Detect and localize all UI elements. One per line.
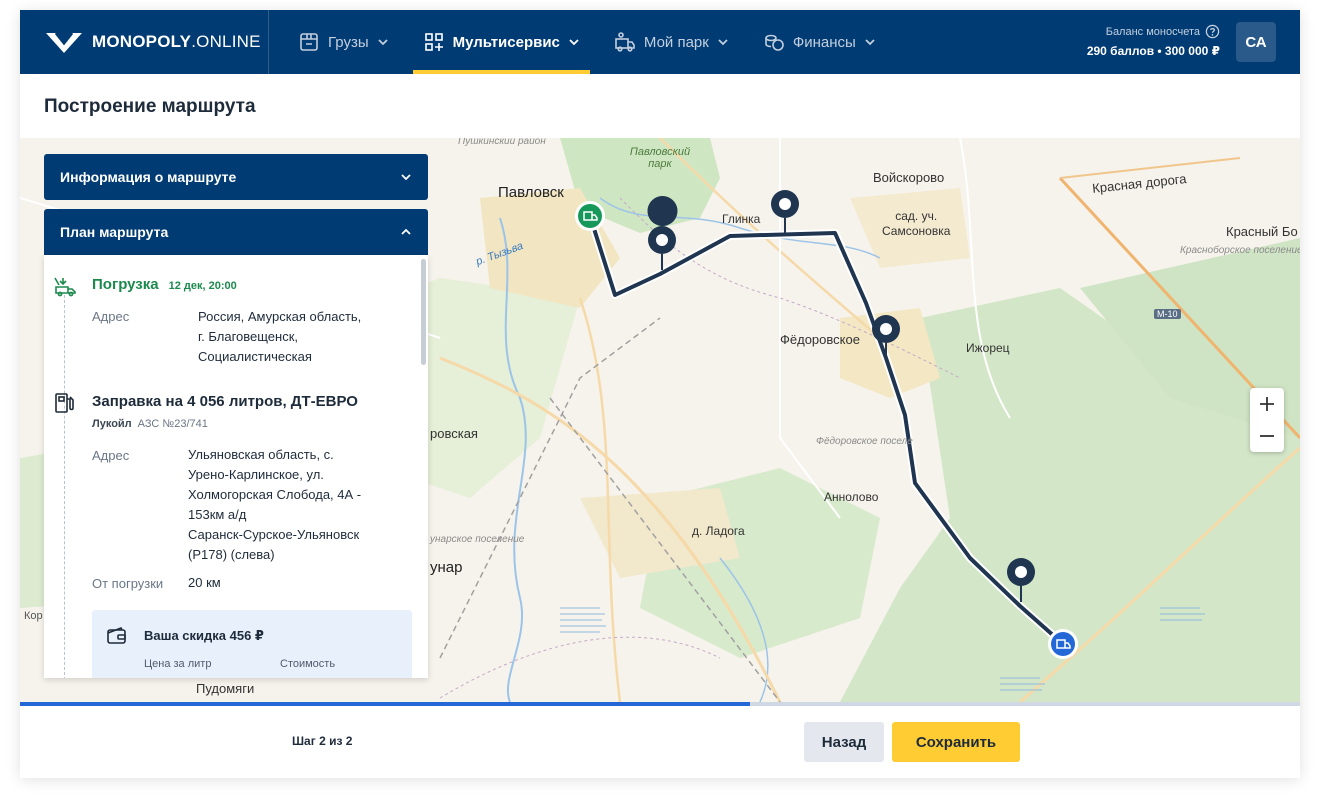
route-progress-bar: [20, 702, 1300, 706]
fuel-distance-label: От погрузки: [92, 576, 164, 591]
user-avatar[interactable]: СА: [1236, 22, 1276, 62]
zoom-out-button[interactable]: [1250, 420, 1284, 452]
nav-item-fleet[interactable]: Мой парк: [604, 10, 739, 74]
minus-icon: [1260, 435, 1274, 437]
waypoint-pin-3[interactable]: [870, 313, 902, 361]
fleet-truck-icon: [615, 32, 635, 52]
waypoint-pin-4[interactable]: [1005, 556, 1037, 604]
top-header: MONOPOLY.ONLINE Грузы Мультисервис Мой п…: [20, 10, 1300, 74]
loading-truck-icon: [54, 277, 76, 297]
discount-col-price: Цена за литр: [144, 658, 212, 670]
waypoint-pin-1[interactable]: [646, 224, 678, 272]
nav-item-finance[interactable]: Финансы: [753, 10, 886, 74]
map-label-pushkin: Пушкинский район: [458, 138, 546, 147]
map-label-krasnoborskoe: Красноборское поселение: [1180, 245, 1300, 256]
route-start-marker-icon[interactable]: [574, 200, 606, 232]
accordion-route-info-title: Информация о маршруте: [60, 169, 237, 185]
waypoint-pin: [647, 196, 678, 226]
chevron-down-icon: [718, 39, 728, 46]
chevron-down-icon: [377, 39, 388, 46]
multiservice-grid-icon: [424, 33, 443, 51]
logo[interactable]: MONOPOLY.ONLINE: [44, 10, 261, 74]
save-button[interactable]: Сохранить: [892, 722, 1020, 762]
route-plan-list[interactable]: Погрузка 12 дек, 20:00 Адрес Россия, Аму…: [44, 255, 428, 678]
fuel-address-value: Ульяновская область, с. Урено-Карлинское…: [188, 447, 362, 562]
balance-label: Баланс моносчета: [1087, 24, 1220, 39]
accordion-route-plan-title: План маршрута: [60, 224, 169, 240]
plan-timeline: [64, 295, 65, 678]
map-label-unar-pos: унарское поселение: [430, 534, 525, 545]
logo-text: MONOPOLY.ONLINE: [92, 32, 261, 51]
waypoint-pin-2[interactable]: [769, 188, 801, 236]
map-label-annolovo: Аннолово: [824, 490, 879, 504]
loading-address-label: Адрес: [92, 309, 130, 324]
map-label-park: Павловский парк: [629, 146, 691, 170]
road-badge-m10: М-10: [1154, 309, 1181, 319]
zoom-control: [1250, 388, 1284, 452]
cargo-box-icon: [300, 33, 318, 51]
nav-label-multiservice: Мультисервис: [452, 33, 560, 51]
back-button[interactable]: Назад: [804, 722, 884, 762]
finance-coins-icon: [765, 34, 784, 51]
monopoly-logo-icon: [46, 32, 82, 53]
header-divider: [268, 10, 269, 74]
accordion-route-plan[interactable]: План маршрута: [44, 209, 428, 255]
accordion-route-info[interactable]: Информация о маршруте: [44, 154, 428, 200]
chevron-down-icon: [865, 39, 875, 46]
page-title: Построение маршрута: [44, 96, 256, 117]
map-label-unar: унар: [430, 559, 463, 576]
chevron-up-icon: [401, 228, 411, 235]
map-label-kor: Кор: [24, 610, 43, 622]
loading-address-value: Россия, Амурская область, г. Благовещенс…: [198, 309, 362, 364]
map-label-samsonovka: сад. уч. Самсоновка: [882, 209, 951, 238]
discount-col-cost: Стоимость: [280, 658, 336, 670]
map-label-fedorovskoe-pos: Фёдоровское поселе: [816, 436, 913, 447]
main-nav: Грузы Мультисервис Мой парк Финансы: [288, 10, 900, 74]
chevron-down-icon: [401, 174, 411, 181]
nav-item-cargo[interactable]: Грузы: [288, 10, 399, 74]
step-loading-title: Погрузка 12 дек, 20:00: [92, 276, 237, 293]
map-label-krasny-bor: Красный Бо: [1226, 224, 1298, 239]
map-label-glinka: Глинка: [722, 212, 761, 226]
map-label-pudomyagi: Пудомяги: [196, 681, 255, 696]
nav-label-finance: Финансы: [792, 33, 856, 51]
step-fuel-title: Заправка на 4 056 литров, ДТ-ЕВРО: [92, 393, 358, 410]
nav-label-cargo: Грузы: [328, 33, 369, 51]
fuel-address-label: Адрес: [92, 448, 130, 463]
help-question-icon[interactable]: [1205, 24, 1220, 39]
nav-label-fleet: Мой парк: [643, 33, 709, 51]
discount-title: Ваша скидка 456 ₽: [144, 628, 264, 643]
plan-scrollbar[interactable]: [421, 259, 426, 365]
app-window: MONOPOLY.ONLINE Грузы Мультисервис Мой п…: [20, 10, 1300, 778]
map-label-pavlovsk: Павловск: [498, 184, 564, 201]
step-indicator: Шаг 2 из 2: [292, 734, 353, 748]
route-end-marker-icon[interactable]: [1047, 628, 1079, 660]
route-progress-fill: [20, 702, 750, 706]
map-label-fedorovskoe: Фёдоровское: [780, 332, 860, 347]
fuel-station-icon: [55, 393, 74, 413]
discount-card: Ваша скидка 456 ₽ Цена за литр Стоимость: [92, 610, 412, 678]
nav-item-multiservice[interactable]: Мультисервис: [412, 10, 591, 74]
map-label-voyskorovo: Войскорово: [873, 170, 945, 185]
map-label-rovskaya: ровская: [430, 426, 478, 441]
zoom-in-button[interactable]: [1250, 388, 1284, 420]
step-loading-date: 12 дек, 20:00: [168, 280, 237, 292]
fuel-station-info: Лукойл АЗС №23/741: [92, 418, 208, 430]
wallet-icon: [107, 626, 126, 644]
map-label-ladoga: д. Ладога: [692, 524, 745, 538]
balance-value: 290 баллов • 300 000 ₽: [1086, 44, 1220, 58]
chevron-down-icon: [569, 39, 579, 46]
fuel-distance-value: 20 км: [188, 575, 221, 590]
map-label-izhorets: Ижорец: [966, 341, 1010, 355]
plus-icon: [1260, 397, 1274, 411]
balance-block: Баланс моносчета 290 баллов • 300 000 ₽: [1087, 24, 1220, 58]
